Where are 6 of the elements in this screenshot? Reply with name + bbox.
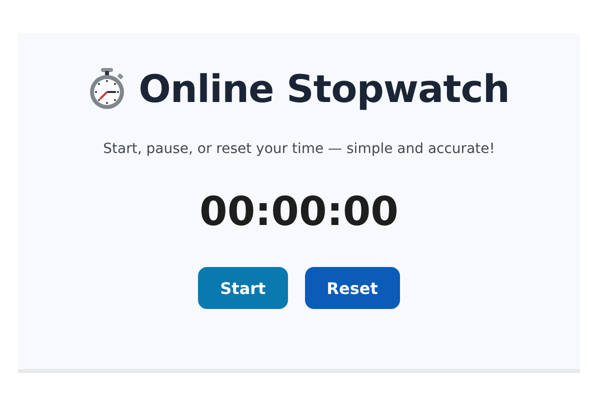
subtitle: Start, pause, or reset your time — simple and accurate! [103, 141, 495, 157]
time-display: 00:00:00 [200, 189, 398, 235]
reset-button[interactable]: Reset [304, 267, 400, 309]
start-button[interactable]: Start [198, 267, 288, 309]
stopwatch-icon [88, 68, 125, 110]
page-title: Online Stopwatch [138, 67, 510, 111]
